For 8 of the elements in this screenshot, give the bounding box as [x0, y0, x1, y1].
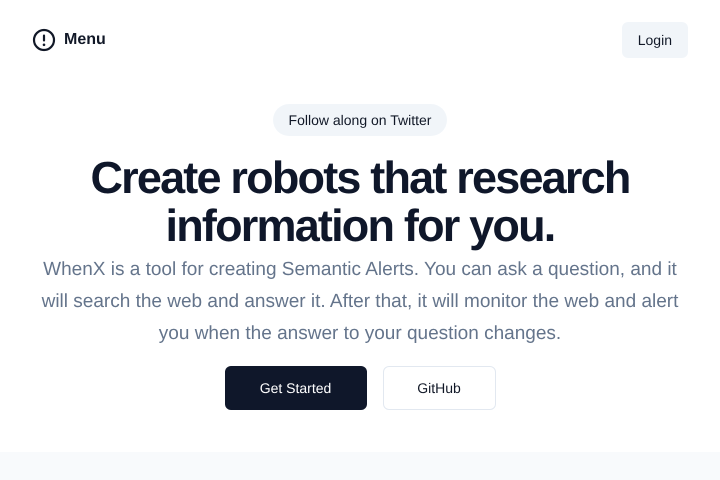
github-button[interactable]: GitHub	[382, 366, 496, 410]
alert-icon	[32, 28, 56, 52]
twitter-link[interactable]: Follow along on Twitter	[272, 104, 448, 136]
headline: Create robots that research information for you.	[90, 154, 630, 250]
get-started-button[interactable]: Get Started	[224, 366, 366, 410]
description-text: WhenX is a tool for creating Semantic Alerts. You can ask a question, and it will search the web and answer it. After that, it will monitor the web and alert you when the answer to your question changes.	[40, 258, 680, 346]
login-button[interactable]: Login	[622, 22, 688, 58]
menu-button[interactable]: Menu	[32, 28, 106, 52]
